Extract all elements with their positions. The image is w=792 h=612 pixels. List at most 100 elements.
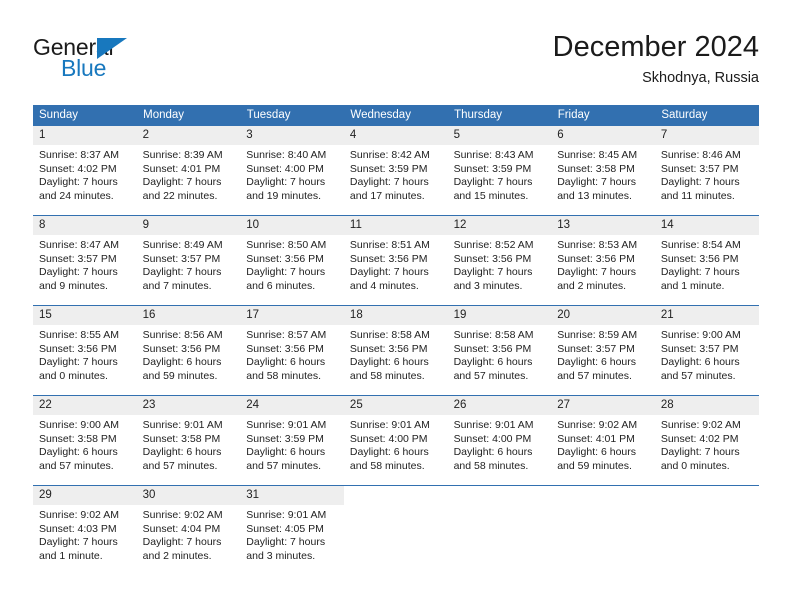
day-info: Sunrise: 8:39 AM Sunset: 4:01 PM Daylight:… [137, 145, 241, 203]
daylight-text-line2: and 57 minutes. [557, 369, 632, 382]
daylight-text-line2: and 2 minutes. [142, 549, 212, 562]
calendar-week-row: 1 Sunrise: 8:37 AM Sunset: 4:02 PM Daylight… [33, 125, 759, 216]
calendar-day-cell[interactable]: 14 Sunrise: 8:54 AM Sunset: 3:56 PM Dayligh… [654, 215, 759, 306]
day-number [654, 486, 759, 505]
calendar-day-cell[interactable]: 11 Sunrise: 8:51 AM Sunset: 3:56 PM Dayligh… [343, 215, 448, 306]
calendar-day-cell[interactable]: 28 Sunrise: 9:02 AM Sunset: 4:02 PM Dayligh… [654, 395, 759, 486]
daylight-text-line1: Daylight: 6 hours [453, 356, 533, 369]
calendar-day-cell[interactable]: 23 Sunrise: 9:01 AM Sunset: 3:58 PM Dayligh… [136, 395, 241, 486]
daylight-text-line1: Daylight: 7 hours [246, 266, 326, 279]
calendar-day-cell[interactable]: 2 Sunrise: 8:39 AM Sunset: 4:01 PM Daylight… [136, 125, 241, 216]
daylight-text-line2: and 24 minutes. [39, 189, 114, 202]
sunrise-text: Sunrise: 9:01 AM [453, 419, 534, 431]
day-number: 7 [654, 126, 759, 145]
calendar-day-cell[interactable]: 20 Sunrise: 8:59 AM Sunset: 3:57 PM Dayligh… [551, 305, 655, 396]
daylight-text-line1: Daylight: 7 hours [246, 536, 326, 549]
day-info: Sunrise: 8:49 AM Sunset: 3:57 PM Daylight:… [137, 235, 241, 293]
sunset-text: Sunset: 3:57 PM [660, 162, 739, 175]
calendar-day-cell[interactable]: 21 Sunrise: 9:00 AM Sunset: 3:57 PM Dayligh… [654, 305, 759, 396]
page-title: December 2024 [552, 31, 759, 63]
daylight-text-line1: Daylight: 7 hours [557, 266, 636, 279]
day-info: Sunrise: 9:01 AM Sunset: 3:59 PM Daylight:… [240, 415, 344, 473]
calendar-day-cell[interactable]: 8 Sunrise: 8:47 AM Sunset: 3:57 PM Daylight… [33, 215, 137, 306]
daylight-text-line2: and 13 minutes. [557, 189, 632, 202]
daylight-text-line1: Daylight: 7 hours [142, 266, 222, 279]
calendar-day-cell[interactable]: 6 Sunrise: 8:45 AM Sunset: 3:58 PM Daylight… [551, 125, 655, 216]
daylight-text-line1: Daylight: 6 hours [453, 446, 533, 459]
calendar-day-cell[interactable]: 17 Sunrise: 8:57 AM Sunset: 3:56 PM Dayligh… [240, 305, 344, 396]
daylight-text-line2: and 57 minutes. [660, 369, 736, 382]
day-info: Sunrise: 8:47 AM Sunset: 3:57 PM Daylight:… [33, 235, 137, 293]
sunset-text: Sunset: 3:57 PM [557, 342, 635, 355]
calendar-day-cell[interactable]: 13 Sunrise: 8:53 AM Sunset: 3:56 PM Dayligh… [551, 215, 655, 306]
daylight-text-line2: and 6 minutes. [246, 279, 316, 292]
daylight-text-line1: Daylight: 7 hours [557, 176, 636, 189]
day-number: 18 [343, 306, 448, 325]
calendar-day-cell[interactable]: 12 Sunrise: 8:52 AM Sunset: 3:56 PM Dayligh… [447, 215, 552, 306]
daylight-text-line1: Daylight: 7 hours [142, 536, 222, 549]
day-info: Sunrise: 8:37 AM Sunset: 4:02 PM Daylight:… [33, 145, 137, 203]
calendar-day-cell[interactable]: 10 Sunrise: 8:50 AM Sunset: 3:56 PM Dayligh… [240, 215, 344, 306]
sunrise-text: Sunrise: 8:59 AM [557, 329, 638, 341]
day-number: 3 [240, 126, 344, 145]
calendar-day-cell[interactable]: 31 Sunrise: 9:01 AM Sunset: 4:05 PM Dayligh… [240, 485, 344, 576]
calendar-day-cell[interactable]: 1 Sunrise: 8:37 AM Sunset: 4:02 PM Daylight… [33, 125, 137, 216]
sunrise-text: Sunrise: 8:51 AM [349, 239, 430, 251]
calendar-page: General Blue December 2024 Skhodnya, Rus… [0, 0, 792, 612]
weekday-header: Sunday Monday Tuesday Wednesday Thursday Frid… [33, 105, 759, 126]
calendar-day-cell[interactable]: 16 Sunrise: 8:56 AM Sunset: 3:56 PM Dayligh… [136, 305, 241, 396]
sunset-text: Sunset: 4:00 PM [246, 162, 324, 175]
sunset-text: Sunset: 4:05 PM [246, 522, 324, 535]
calendar-day-cell[interactable]: 19 Sunrise: 8:58 AM Sunset: 3:56 PM Dayligh… [447, 305, 552, 396]
day-number: 8 [33, 216, 137, 235]
sunset-text: Sunset: 3:58 PM [557, 162, 635, 175]
calendar-day-cell[interactable]: 4 Sunrise: 8:42 AM Sunset: 3:59 PM Daylight… [343, 125, 448, 216]
sunrise-text: Sunrise: 8:45 AM [557, 149, 638, 161]
day-number [551, 486, 655, 505]
calendar-day-cell[interactable]: 3 Sunrise: 8:40 AM Sunset: 4:00 PM Daylight… [240, 125, 344, 216]
calendar-day-cell[interactable]: 26 Sunrise: 9:01 AM Sunset: 4:00 PM Dayligh… [447, 395, 552, 486]
day-number: 28 [654, 396, 759, 415]
sunrise-text: Sunrise: 8:52 AM [453, 239, 534, 251]
sunset-text: Sunset: 3:56 PM [349, 252, 428, 265]
daylight-text-line2: and 58 minutes. [349, 459, 425, 472]
calendar-day-cell[interactable]: 9 Sunrise: 8:49 AM Sunset: 3:57 PM Daylight… [136, 215, 241, 306]
sunset-text: Sunset: 4:01 PM [557, 432, 635, 445]
daylight-text-line1: Daylight: 7 hours [39, 266, 118, 279]
daylight-text-line2: and 59 minutes. [557, 459, 632, 472]
calendar-day-cell[interactable]: 5 Sunrise: 8:43 AM Sunset: 3:59 PM Daylight… [447, 125, 552, 216]
day-number [447, 486, 552, 505]
sunset-text: Sunset: 3:56 PM [557, 252, 635, 265]
day-info: Sunrise: 9:01 AM Sunset: 4:00 PM Daylight:… [448, 415, 552, 473]
day-info: Sunrise: 8:42 AM Sunset: 3:59 PM Daylight:… [344, 145, 448, 203]
day-info: Sunrise: 8:54 AM Sunset: 3:56 PM Daylight:… [655, 235, 759, 293]
calendar-day-cell[interactable]: 30 Sunrise: 9:02 AM Sunset: 4:04 PM Dayligh… [136, 485, 241, 576]
day-number: 19 [447, 306, 552, 325]
calendar-day-cell[interactable]: 29 Sunrise: 9:02 AM Sunset: 4:03 PM Dayligh… [33, 485, 137, 576]
calendar-day-cell[interactable]: 25 Sunrise: 9:01 AM Sunset: 4:00 PM Dayligh… [343, 395, 448, 486]
calendar-day-cell[interactable]: 7 Sunrise: 8:46 AM Sunset: 3:57 PM Daylight… [654, 125, 759, 216]
day-number: 12 [447, 216, 552, 235]
calendar-day-cell[interactable]: 27 Sunrise: 9:02 AM Sunset: 4:01 PM Dayligh… [551, 395, 655, 486]
day-number: 31 [240, 486, 344, 505]
day-info: Sunrise: 8:50 AM Sunset: 3:56 PM Daylight:… [240, 235, 344, 293]
calendar-day-cell[interactable]: 22 Sunrise: 9:00 AM Sunset: 3:58 PM Dayligh… [33, 395, 137, 486]
sunset-text: Sunset: 3:58 PM [39, 432, 117, 445]
day-info: Sunrise: 9:02 AM Sunset: 4:03 PM Daylight:… [33, 505, 137, 563]
title-block: December 2024 Skhodnya, Russia [553, 30, 759, 88]
weekday-header-saturday: Saturday [654, 105, 759, 126]
calendar-day-cell[interactable]: 15 Sunrise: 8:55 AM Sunset: 3:56 PM Dayligh… [33, 305, 137, 396]
day-number: 4 [343, 126, 448, 145]
calendar-day-cell[interactable]: 18 Sunrise: 8:58 AM Sunset: 3:56 PM Dayligh… [343, 305, 448, 396]
sunrise-text: Sunrise: 8:37 AM [39, 149, 119, 161]
calendar-week-row: 15 Sunrise: 8:55 AM Sunset: 3:56 PM Dayligh… [33, 305, 759, 396]
sunrise-text: Sunrise: 8:46 AM [660, 149, 741, 161]
sunset-text: Sunset: 4:01 PM [142, 162, 221, 175]
sunrise-text: Sunrise: 9:00 AM [660, 329, 741, 341]
sunset-text: Sunset: 3:56 PM [349, 342, 428, 355]
sunset-text: Sunset: 3:59 PM [246, 432, 324, 445]
day-info: Sunrise: 9:01 AM Sunset: 4:05 PM Daylight:… [240, 505, 344, 563]
calendar-day-cell[interactable]: 24 Sunrise: 9:01 AM Sunset: 3:59 PM Dayligh… [240, 395, 344, 486]
general-blue-logo[interactable]: General Blue [33, 34, 253, 92]
day-info: Sunrise: 8:57 AM Sunset: 3:56 PM Daylight:… [240, 325, 344, 383]
